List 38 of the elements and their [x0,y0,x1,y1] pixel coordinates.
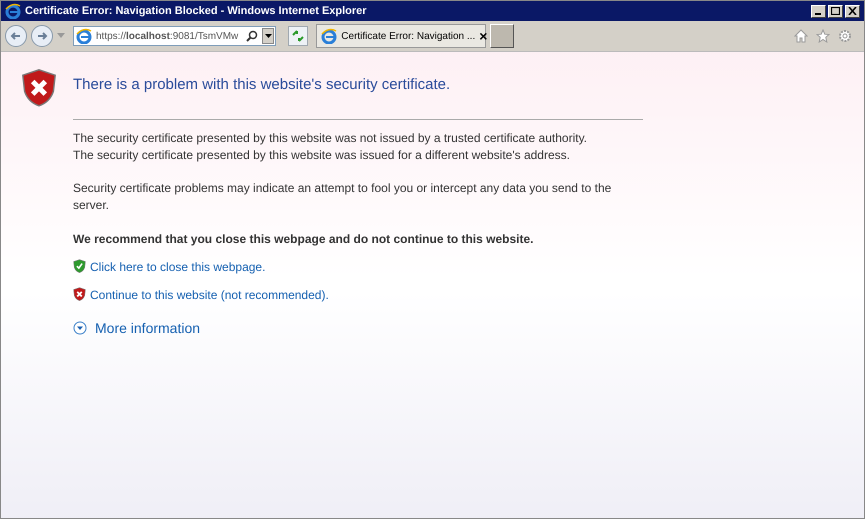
close-button[interactable] [845,4,860,18]
refresh-button[interactable] [288,26,308,46]
message-paragraph: The security certificate presented by this website was not issued by a trusted certificate authority. The security certificate presented by this website was issued for a different website's address. [73,130,588,164]
tab-close-button[interactable]: × [479,29,488,43]
action-link[interactable]: Continue to this website (not recommended). [90,286,329,304]
safe-shield-icon [73,259,86,274]
browser-icon [5,3,21,19]
message-paragraph: Security certificate problems may indicate an attempt to fool you or intercept any data you send to the server. [73,180,612,214]
browser-icon [321,28,338,44]
recommendation-text: We recommend that you close this webpage and do not continue to this website. [73,230,534,248]
warning-shield-icon [73,287,86,302]
back-button[interactable] [5,25,27,47]
refresh-arrows-icon [292,30,304,42]
error-shield-icon [21,68,57,108]
home-icon[interactable] [794,29,808,43]
more-information-link[interactable]: More information [95,318,200,338]
browser-icon [76,28,92,44]
tab-label: Certificate Error: Navigation ... [341,30,476,44]
caret-icon [264,34,272,38]
minimize-button[interactable] [811,4,826,18]
maximize-button[interactable] [828,4,843,18]
forward-arrow-icon [36,30,48,42]
settings-icon[interactable] [838,29,852,43]
url-text: https://localhost:9081/TsmVMw [96,30,238,44]
new-tab-button[interactable] [490,24,514,48]
search-icon[interactable] [246,30,258,42]
error-heading: There is a problem with this website's security certificate. [73,74,643,120]
forward-button[interactable] [31,25,53,47]
close-icon [848,7,857,15]
expand-icon[interactable] [73,321,87,335]
maximize-icon [831,7,840,15]
action-link[interactable]: Click here to close this webpage. [90,258,266,276]
window-title: Certificate Error: Navigation Blocked - Windows Internet Explorer [25,4,367,19]
browser-tab[interactable]: Certificate Error: Navigation ... × [316,24,486,48]
address-dropdown-button[interactable] [262,28,274,44]
back-arrow-icon [10,30,22,42]
address-field[interactable]: https://localhost:9081/TsmVMw [73,26,276,46]
star-icon[interactable] [816,29,830,43]
